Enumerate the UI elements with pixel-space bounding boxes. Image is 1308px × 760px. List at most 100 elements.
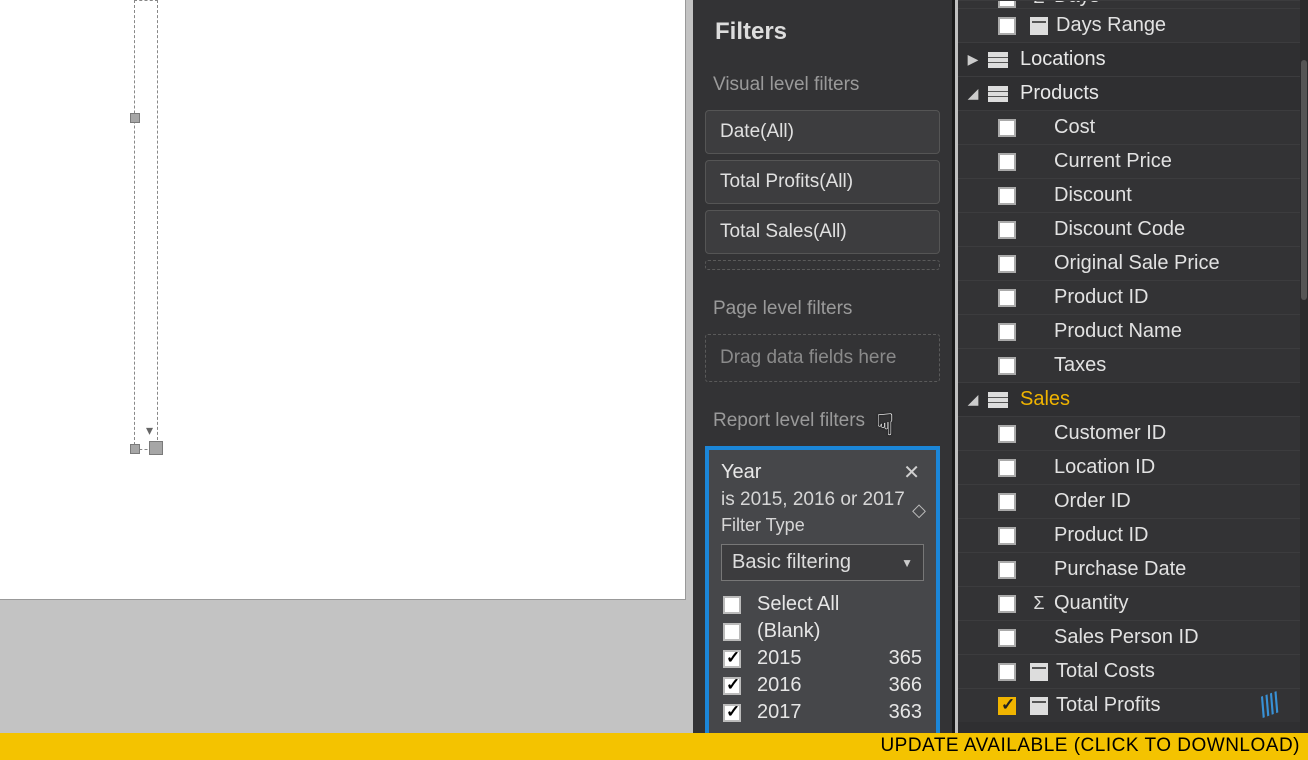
field-row[interactable]: Original Sale Price [958, 246, 1308, 280]
field-checkbox[interactable] [998, 493, 1016, 511]
field-name: Total Costs [1056, 660, 1155, 683]
field-checkbox[interactable] [998, 527, 1016, 545]
field-checkbox[interactable] [998, 187, 1016, 205]
filter-option[interactable]: 2016366 [721, 672, 924, 699]
field-row[interactable]: Days Range [958, 8, 1308, 42]
field-row[interactable]: Product ID [958, 518, 1308, 552]
field-row[interactable]: ΣQuantity [958, 586, 1308, 620]
field-row[interactable]: Customer ID [958, 416, 1308, 450]
field-checkbox[interactable] [998, 255, 1016, 273]
table-name: Locations [1020, 48, 1106, 71]
field-row[interactable]: Product Name [958, 314, 1308, 348]
column-icon [1030, 17, 1048, 35]
clear-filter-icon[interactable]: ◇ [912, 500, 926, 521]
field-name: Product Name [1054, 320, 1182, 343]
filter-option[interactable]: (Blank) [721, 618, 924, 645]
visual-filter-date[interactable]: Date(All) [705, 110, 940, 154]
resize-handle-bottom-right[interactable] [149, 441, 163, 455]
checkbox[interactable] [723, 677, 741, 695]
resize-handle-bottom-left[interactable] [130, 444, 140, 454]
report-canvas[interactable]: ▾ [0, 0, 693, 733]
page-filters-label: Page level filters [693, 284, 952, 328]
collapse-icon[interactable]: ◢ [964, 391, 982, 408]
field-row[interactable]: Taxes [958, 348, 1308, 382]
field-checkbox[interactable] [998, 561, 1016, 579]
field-checkbox[interactable] [998, 697, 1016, 715]
field-row[interactable]: Discount [958, 178, 1308, 212]
field-name: Discount Code [1054, 218, 1185, 241]
field-checkbox[interactable] [998, 357, 1016, 375]
filter-option-label: Select All [757, 593, 922, 616]
field-checkbox[interactable] [998, 663, 1016, 681]
filter-option-label: (Blank) [757, 620, 922, 643]
table-icon [988, 86, 1008, 102]
visual-filters-label: Visual level filters [693, 60, 952, 104]
resize-handle-left[interactable] [130, 113, 140, 123]
update-available-bar[interactable]: UPDATE AVAILABLE (CLICK TO DOWNLOAD) [0, 733, 1308, 760]
visual-filter-total-sales[interactable]: Total Sales(All) [705, 210, 940, 254]
filter-type-value: Basic filtering [732, 551, 851, 574]
scroll-down-icon[interactable]: ▾ [146, 422, 153, 439]
filter-option[interactable]: Select All [721, 591, 924, 618]
table-name: Products [1020, 82, 1099, 105]
filters-panel: Filters Visual level filters Date(All) T… [693, 0, 955, 733]
field-name: Days [1054, 0, 1100, 8]
visual-filters-dropzone[interactable] [705, 260, 940, 270]
column-icon [1030, 697, 1048, 715]
field-row[interactable]: ΣDays [958, 0, 1308, 8]
field-checkbox[interactable] [998, 0, 1016, 8]
field-checkbox[interactable] [998, 425, 1016, 443]
fields-panel: ΣDaysDays Range▶Locations◢Products Cost … [958, 0, 1308, 733]
table-row-products[interactable]: ◢ Products [958, 76, 1308, 110]
field-checkbox[interactable] [998, 289, 1016, 307]
page-filters-dropzone[interactable]: Drag data fields here [705, 334, 940, 382]
filter-type-select[interactable]: Basic filtering ▼ [721, 544, 924, 581]
field-row[interactable]: Total Costs [958, 654, 1308, 688]
field-checkbox[interactable] [998, 323, 1016, 341]
table-icon [988, 52, 1008, 68]
field-checkbox[interactable] [998, 17, 1016, 35]
checkbox[interactable] [723, 596, 741, 614]
checkbox[interactable] [723, 704, 741, 722]
field-checkbox[interactable] [998, 459, 1016, 477]
field-name: Sales Person ID [1054, 626, 1199, 649]
filter-option[interactable]: 2015365 [721, 645, 924, 672]
report-page[interactable]: ▾ [0, 0, 686, 600]
field-name: Current Price [1054, 150, 1172, 173]
filter-summary: is 2015, 2016 or 2017 [721, 489, 924, 511]
field-name: Location ID [1054, 456, 1155, 479]
checkbox[interactable] [723, 623, 741, 641]
field-row[interactable]: Product ID [958, 280, 1308, 314]
field-row[interactable]: Purchase Date [958, 552, 1308, 586]
selected-visual[interactable]: ▾ [134, 0, 158, 450]
filter-option-count: 363 [889, 701, 922, 724]
visual-filter-total-profits[interactable]: Total Profits(All) [705, 160, 940, 204]
filter-options-list: Select All (Blank)201536520163662017363 [721, 591, 924, 726]
field-checkbox[interactable] [998, 629, 1016, 647]
field-row[interactable]: Cost [958, 110, 1308, 144]
checkbox[interactable] [723, 650, 741, 668]
scrollbar-thumb[interactable] [1301, 60, 1307, 300]
field-row[interactable]: Discount Code [958, 212, 1308, 246]
table-row-locations[interactable]: ▶ Locations [958, 42, 1308, 76]
field-row[interactable]: Order ID [958, 484, 1308, 518]
field-checkbox[interactable] [998, 595, 1016, 613]
close-icon[interactable]: ✕ [899, 460, 924, 485]
filter-option[interactable]: 2017363 [721, 699, 924, 726]
field-row[interactable]: Location ID [958, 450, 1308, 484]
field-checkbox[interactable] [998, 119, 1016, 137]
filter-option-label: 2017 [757, 701, 889, 724]
field-name: Customer ID [1054, 422, 1166, 445]
report-filter-year[interactable]: Year ✕ is 2015, 2016 or 2017 Filter Type… [705, 446, 940, 744]
fields-scrollbar[interactable] [1300, 0, 1308, 733]
field-row[interactable]: Sales Person ID [958, 620, 1308, 654]
table-row-sales[interactable]: ◢Sales [958, 382, 1308, 416]
collapse-icon[interactable]: ◢ [964, 85, 982, 102]
field-row[interactable]: Current Price [958, 144, 1308, 178]
filter-option-label: 2016 [757, 674, 889, 697]
expand-icon[interactable]: ▶ [964, 51, 982, 68]
field-row[interactable]: Total Profits [958, 688, 1308, 722]
chevron-down-icon: ▼ [901, 556, 913, 570]
field-checkbox[interactable] [998, 221, 1016, 239]
field-checkbox[interactable] [998, 153, 1016, 171]
